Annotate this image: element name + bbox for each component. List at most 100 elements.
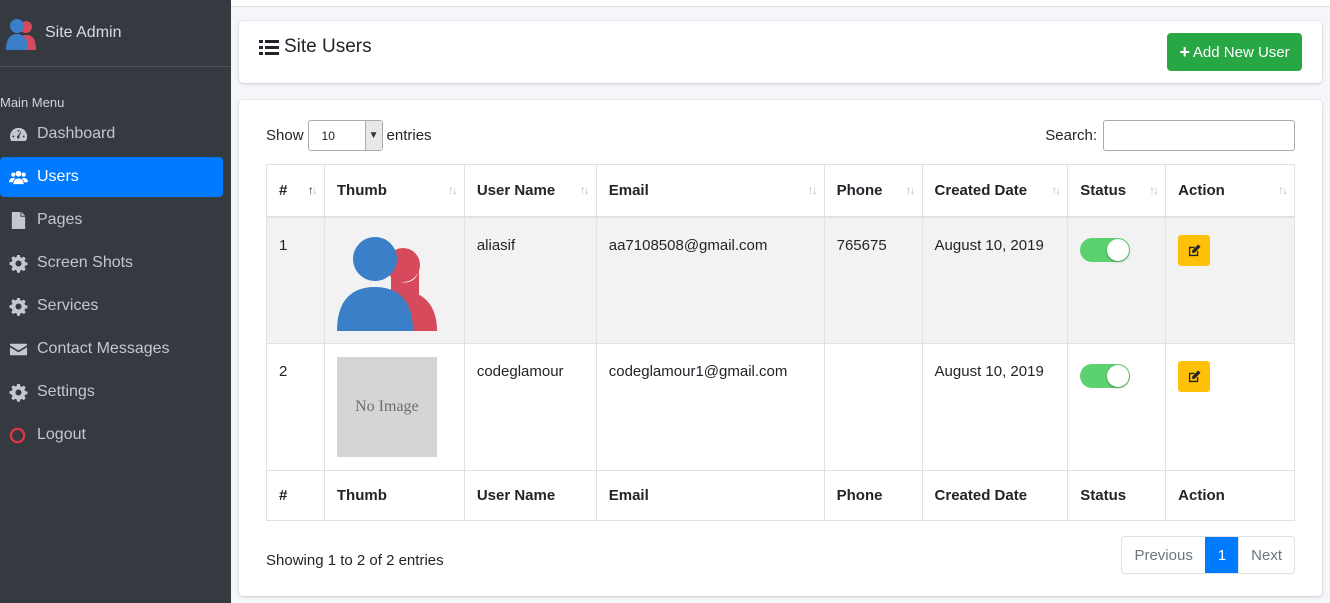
column-header-status[interactable]: Status ↑↓: [1067, 164, 1167, 218]
no-image-placeholder: No Image: [336, 357, 437, 457]
sidebar-item-label: Contact Messages: [37, 340, 170, 357]
user-avatar: [336, 236, 437, 331]
cell-action: [1165, 216, 1295, 344]
users-icon: [8, 167, 28, 187]
cell-phone: [823, 343, 923, 471]
sort-icon: ↑↓: [807, 183, 818, 197]
page-button-1[interactable]: 1: [1204, 537, 1239, 573]
footer-column-username: User Name: [463, 470, 597, 521]
sidebar-item-screen-shots[interactable]: Screen Shots: [0, 243, 223, 283]
sidebar-item-pages[interactable]: Pages: [0, 200, 223, 240]
cell-username: codeglamour: [463, 343, 597, 471]
cell-thumb: [323, 216, 465, 344]
sort-icon: ↑↓: [1149, 183, 1159, 197]
table-row: 2 No Image codeglamour codeglamour1@gmai…: [266, 343, 1295, 471]
sidebar-item-services[interactable]: Services: [0, 286, 223, 326]
envelope-icon: [8, 339, 28, 359]
sidebar-item-settings[interactable]: Settings: [0, 372, 223, 412]
sidebar-item-users[interactable]: Users: [0, 157, 223, 197]
table-info: Showing 1 to 2 of 2 entries: [266, 552, 444, 569]
sidebar-item-label: Screen Shots: [37, 254, 134, 271]
footer-column-created-date: Created Date: [921, 470, 1069, 521]
previous-page-button[interactable]: Previous: [1122, 537, 1204, 573]
plus-icon: +: [1179, 41, 1190, 62]
column-header-number[interactable]: # ↑↓: [266, 164, 325, 218]
sidebar-item-label: Settings: [37, 383, 95, 400]
status-toggle[interactable]: [1080, 364, 1131, 388]
column-header-thumb[interactable]: Thumb ↑↓: [323, 164, 465, 218]
cell-phone: 765675: [823, 216, 923, 344]
column-header-email[interactable]: Email ↑↓: [595, 164, 825, 218]
cell-status: [1067, 216, 1167, 344]
cell-email: aa7108508@gmail.com: [595, 216, 825, 344]
sidebar-item-dashboard[interactable]: Dashboard: [0, 114, 223, 154]
circle-icon: [8, 425, 28, 445]
sidebar: Site Admin Main Menu Dashboard Users Pag…: [0, 0, 231, 603]
sort-icon: ↑↓: [1051, 183, 1061, 197]
search-input[interactable]: [1103, 120, 1295, 151]
sort-asc-icon: ↑↓: [307, 183, 318, 197]
sort-icon: ↑↓: [1278, 183, 1288, 197]
page-header-card: Site Users + Add New User: [239, 21, 1322, 83]
cell-email: codeglamour1@gmail.com: [595, 343, 825, 471]
edit-icon: [1188, 370, 1201, 383]
gear-icon: [8, 253, 28, 273]
page-title-text: Site Users: [284, 36, 372, 57]
gear-icon: [8, 296, 28, 316]
sidebar-item-label: Pages: [37, 211, 83, 228]
cell-username: aliasif: [463, 216, 597, 344]
column-label: Created Date: [934, 181, 1028, 199]
footer-column-phone: Phone: [823, 470, 923, 521]
brand[interactable]: Site Admin: [0, 0, 231, 67]
column-label: Email: [608, 181, 649, 199]
column-header-action[interactable]: Action ↑↓: [1165, 164, 1295, 218]
edit-button[interactable]: [1178, 361, 1211, 392]
sidebar-item-logout[interactable]: Logout: [0, 415, 223, 455]
page-length-control: Show 10 ▼ entries: [266, 120, 432, 151]
cell-number: 1: [266, 216, 325, 344]
cell-number: 2: [266, 343, 325, 471]
page-length-select[interactable]: 10 ▼: [307, 120, 383, 151]
next-page-button[interactable]: Next: [1238, 537, 1294, 573]
cell-action: [1165, 343, 1295, 471]
top-navbar: [231, 0, 1330, 7]
status-toggle[interactable]: [1080, 237, 1131, 262]
brand-name: Site Admin: [45, 24, 122, 41]
list-icon: [259, 39, 279, 55]
menu-header: Main Menu: [0, 95, 65, 110]
sort-icon: ↑↓: [905, 183, 916, 197]
add-new-user-label: Add New User: [1192, 43, 1290, 61]
column-label: #: [279, 181, 288, 199]
pagination: Previous 1 Next: [1121, 536, 1295, 574]
users-table: # ↑↓ Thumb ↑↓ User Name ↑↓ Email ↑↓ Phone ↑↓ …: [266, 164, 1295, 521]
footer-column-email: Email: [595, 470, 825, 521]
search-label: Search:: [1045, 127, 1097, 144]
page-title: Site Users: [259, 36, 372, 58]
cell-created-date: August 10, 2019: [921, 216, 1069, 344]
cell-status: [1067, 343, 1167, 471]
toggle-knob: [1107, 238, 1130, 261]
column-label: Status: [1080, 181, 1127, 199]
column-header-phone[interactable]: Phone ↑↓: [823, 164, 923, 218]
file-icon: [8, 210, 28, 230]
sort-icon: ↑↓: [579, 183, 590, 197]
footer-column-status: Status: [1067, 470, 1167, 521]
edit-button[interactable]: [1178, 234, 1211, 266]
cell-created-date: August 10, 2019: [921, 343, 1069, 471]
gear-icon: [8, 382, 28, 402]
search-control: Search:: [1045, 120, 1295, 151]
sidebar-item-contact-messages[interactable]: Contact Messages: [0, 329, 223, 369]
column-header-username[interactable]: User Name ↑↓: [463, 164, 597, 218]
column-label: Phone: [836, 181, 883, 199]
cell-thumb: No Image: [323, 343, 465, 471]
sidebar-item-label: Users: [37, 168, 79, 185]
brand-logo-icon: [6, 19, 36, 50]
toggle-knob: [1107, 365, 1130, 387]
show-label: Show: [266, 127, 304, 144]
page-length-value: 10: [321, 129, 335, 143]
footer-column-action: Action: [1165, 470, 1295, 521]
tachometer-icon: [8, 124, 28, 144]
sidebar-item-label: Services: [37, 297, 99, 314]
column-header-created-date[interactable]: Created Date ↑↓: [921, 164, 1069, 218]
add-new-user-button[interactable]: + Add New User: [1167, 33, 1302, 71]
